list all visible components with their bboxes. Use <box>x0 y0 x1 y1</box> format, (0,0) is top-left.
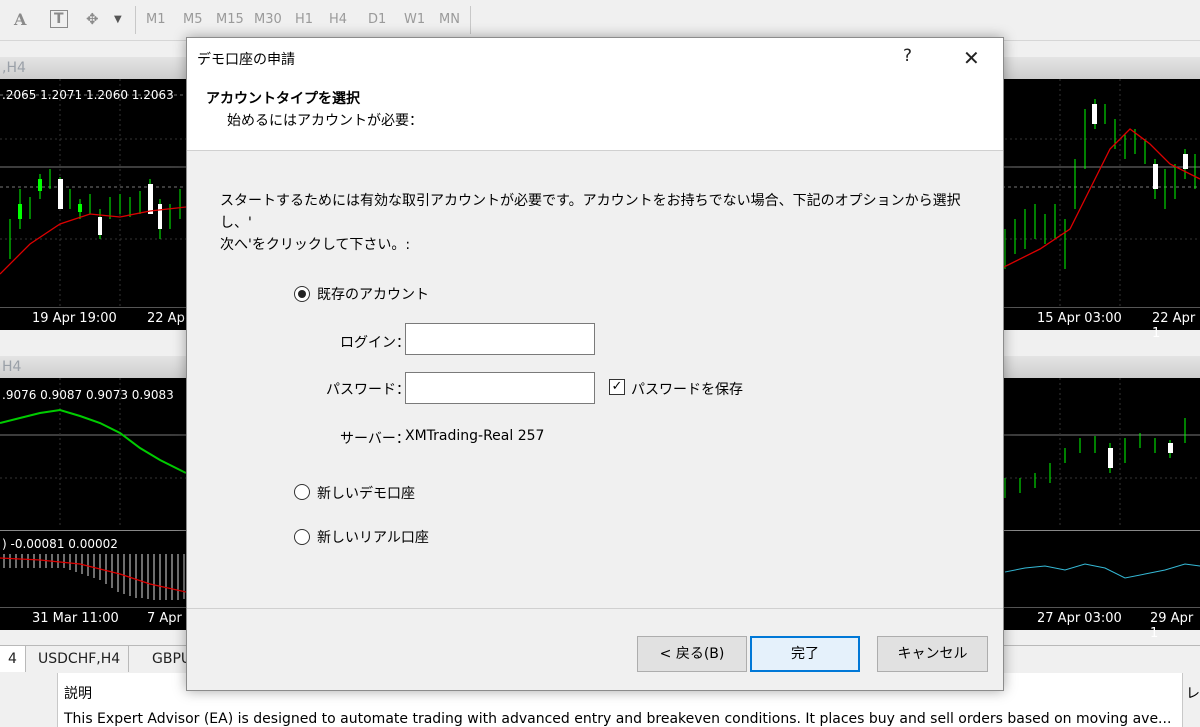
timeframe-d1[interactable]: D1 <box>368 12 386 27</box>
new-demo-label[interactable]: 新しいデモ口座 <box>317 483 415 503</box>
shapes-icon[interactable]: ✥ <box>86 10 99 28</box>
timeframe-w1[interactable]: W1 <box>404 12 425 27</box>
panel-gutter <box>0 673 58 727</box>
login-input[interactable] <box>405 323 595 355</box>
timeframe-mn[interactable]: MN <box>439 12 460 27</box>
new-demo-radio[interactable] <box>294 484 310 500</box>
help-icon[interactable]: ? <box>903 46 912 66</box>
existing-account-radio[interactable] <box>294 286 310 302</box>
tab-usdchf-h4[interactable]: USDCHF,H4 <box>30 646 130 672</box>
server-label: サーバー： <box>340 431 410 447</box>
top-axis-label: 19 Apr 19:00 <box>32 311 117 326</box>
header-subtitle: 始めるにはアカウントが必要： <box>227 113 423 129</box>
timeframe-h1[interactable]: H1 <box>295 12 313 27</box>
save-password-label[interactable]: パスワードを保存 <box>631 379 743 399</box>
login-label: ログイン： <box>340 335 410 351</box>
indicator-values: ) -0.00081 0.00002 <box>2 537 118 551</box>
top-chart-ohlc: .2065 1.2071 1.2060 1.2063 <box>2 88 174 102</box>
description-text: This Expert Advisor (EA) is designed to … <box>64 711 1172 727</box>
dialog-titlebar[interactable]: デモ口座の申請 ? ✕ <box>187 38 1003 78</box>
dropdown-icon[interactable]: ▼ <box>114 14 122 25</box>
intro-line: 次へ'をクリックして下さい。: <box>220 237 411 253</box>
back-button[interactable]: < 戻る(B) <box>637 636 747 672</box>
bottom-chart-title: H4 <box>2 359 22 375</box>
text-box-icon[interactable]: T <box>50 10 68 28</box>
cancel-button[interactable]: キャンセル <box>877 636 988 672</box>
bottom-chart-ohlc: .9076 0.9087 0.9073 0.9083 <box>2 388 174 402</box>
timeframe-m15[interactable]: M15 <box>216 12 244 27</box>
top-axis-label: 15 Apr 03:00 <box>1037 311 1122 326</box>
panel-right-column: レ <box>1182 673 1200 727</box>
toolbar-separator <box>135 6 136 34</box>
intro-text: スタートするためには有効な取引アカウントが必要です。アカウントをお持ちでない場合… <box>220 190 970 256</box>
top-axis-label: 22 Apr <box>147 311 191 326</box>
existing-account-label[interactable]: 既存のアカウント <box>317 284 429 304</box>
timeframe-m5[interactable]: M5 <box>183 12 203 27</box>
toolbar-separator <box>470 6 471 34</box>
intro-line: スタートするためには有効な取引アカウントが必要です。アカウントをお持ちでない場合… <box>220 193 961 231</box>
tab-chart-1[interactable]: 4 <box>0 646 26 672</box>
timeframe-m30[interactable]: M30 <box>254 12 282 27</box>
dialog-title: デモ口座の申請 <box>197 52 295 68</box>
description-heading: 説明 <box>64 686 92 702</box>
dialog-footer-divider <box>187 608 1003 609</box>
text-icon[interactable]: A <box>14 10 26 29</box>
toolbar: A T ✥ ▼ M1 M5 M15 M30 H1 H4 D1 W1 MN <box>0 0 1200 41</box>
checkmark-icon: ✓ <box>611 379 623 394</box>
top-chart-title: ,H4 <box>2 60 26 76</box>
top-axis-label: 22 Apr 1 <box>1152 311 1196 341</box>
password-label: パスワード： <box>326 382 410 398</box>
bottom-axis-label: 31 Mar 11:00 <box>32 611 119 626</box>
dialog-header: アカウントタイプを選択 始めるにはアカウントが必要： <box>187 78 1003 151</box>
bottom-axis-label: 27 Apr 03:00 <box>1037 611 1122 626</box>
new-real-label[interactable]: 新しいリアル口座 <box>317 527 429 547</box>
server-value: XMTrading-Real 257 <box>405 428 545 444</box>
close-icon[interactable]: ✕ <box>963 46 980 70</box>
demo-account-dialog: デモ口座の申請 ? ✕ アカウントタイプを選択 始めるにはアカウントが必要： ス… <box>186 37 1004 691</box>
new-real-radio[interactable] <box>294 529 310 545</box>
bottom-axis-label: 29 Apr 1 <box>1150 611 1194 641</box>
timeframe-m1[interactable]: M1 <box>146 12 166 27</box>
header-title: アカウントタイプを選択 <box>206 91 360 107</box>
finish-button[interactable]: 完了 <box>750 636 860 672</box>
timeframe-h4[interactable]: H4 <box>329 12 347 27</box>
panel-right-label: レ <box>1186 686 1200 702</box>
save-password-checkbox[interactable]: ✓ <box>609 379 625 395</box>
password-input[interactable] <box>405 372 595 404</box>
